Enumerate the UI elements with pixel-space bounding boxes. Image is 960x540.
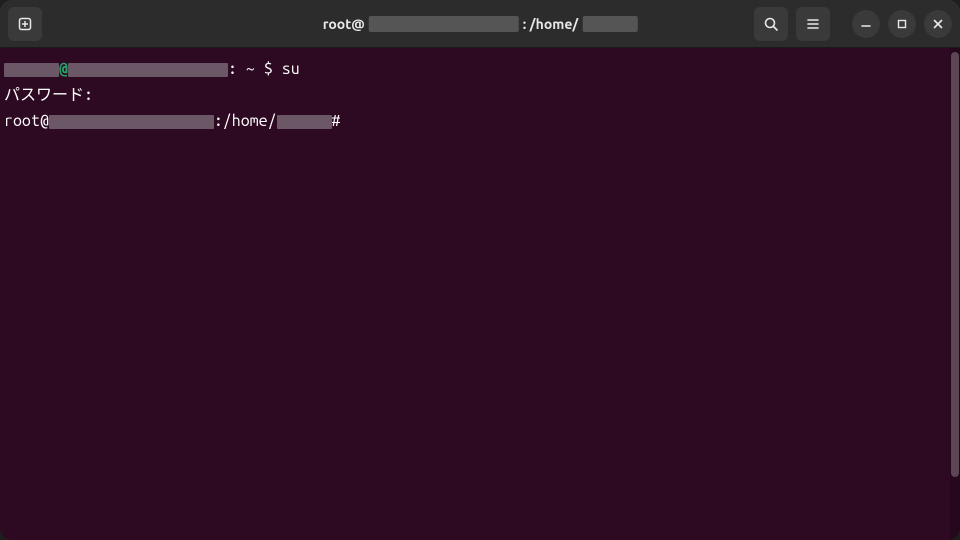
new-tab-button[interactable] [8,7,42,41]
path-mid: :/home/ [214,112,277,130]
terminal-body[interactable]: @: ~ $ su パスワード: root@ :/home/ # [0,48,950,540]
redacted-hostname [49,115,214,129]
search-icon [763,16,779,32]
terminal-container: @: ~ $ su パスワード: root@ :/home/ # [0,48,960,540]
minimize-icon [860,18,872,30]
new-tab-icon [17,16,33,32]
colon: : [228,60,237,78]
terminal-window: root@ : /home/ [0,0,960,540]
redacted-hostname [369,16,519,32]
terminal-line-3: root@ :/home/ # [4,108,946,134]
hash-prompt: # [332,112,341,130]
minimize-button[interactable] [852,10,880,38]
command-text: su [282,60,300,78]
window-title: root@ : /home/ [323,16,638,32]
titlebar-right [754,7,952,41]
dollar-prompt: $ [264,60,273,78]
titlebar: root@ : /home/ [0,0,960,48]
title-prefix: root@ [323,16,365,32]
redacted-hostname [68,63,228,77]
redacted-user [277,115,332,129]
title-mid: : /home/ [523,16,578,32]
maximize-button[interactable] [888,10,916,38]
at-sign: @ [59,60,68,78]
hamburger-menu-button[interactable] [796,7,830,41]
close-button[interactable] [924,10,952,38]
redacted-user [582,16,637,32]
close-icon [932,18,944,30]
scrollbar[interactable] [950,48,960,540]
root-prefix: root@ [4,112,49,130]
maximize-icon [896,18,908,30]
hamburger-icon [805,16,821,32]
scrollbar-thumb[interactable] [951,52,959,477]
titlebar-left [8,7,42,41]
redacted-username [4,63,59,77]
terminal-line-2: パスワード: [4,82,946,108]
terminal-line-1: @: ~ $ su [4,56,946,82]
search-button[interactable] [754,7,788,41]
tilde: ~ [246,60,255,78]
